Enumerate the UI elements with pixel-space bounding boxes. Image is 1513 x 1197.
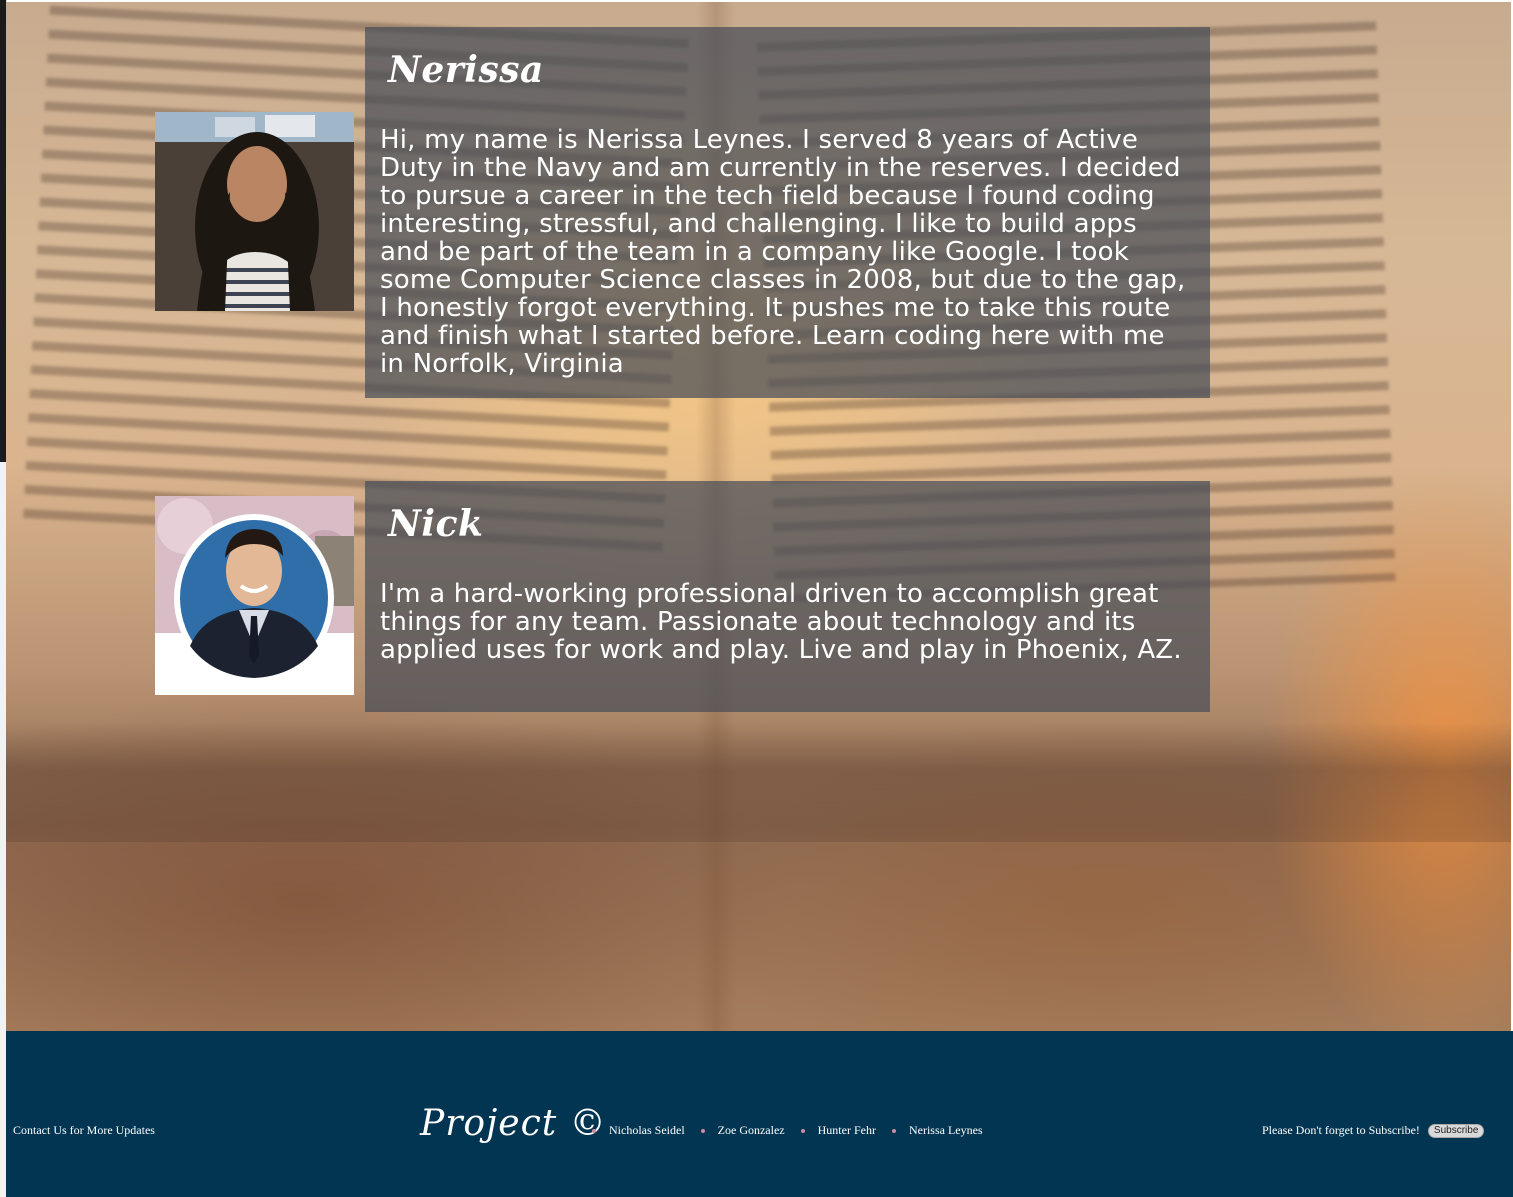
subscribe-prompt: Please Don't forget to Subscribe! <box>1262 1123 1420 1137</box>
nick-name: Nick <box>388 503 484 545</box>
page: Nerissa Hi, my name is Nerissa Leynes. I… <box>0 0 1513 1197</box>
subscribe-area: Please Don't forget to Subscribe! Subscr… <box>1262 1123 1485 1138</box>
nav-bullet-icon <box>891 1128 896 1133</box>
contact-link[interactable]: Contact Us for More Updates <box>13 1123 155 1138</box>
nick-bio: I'm a hard-working professional driven t… <box>380 579 1182 666</box>
project-logo[interactable]: Project © <box>420 1103 607 1144</box>
nerissa-card: Nerissa Hi, my name is Nerissa Leynes. I… <box>365 27 1210 398</box>
nerissa-name: Nerissa <box>388 49 544 91</box>
nav-bullet-icon <box>800 1128 805 1133</box>
footer-nav: Nicholas Seidel Zoe Gonzalez Hunter Fehr… <box>592 1123 983 1138</box>
nav-link-hunter-fehr[interactable]: Hunter Fehr <box>818 1123 876 1138</box>
nav-link-zoe-gonzalez[interactable]: Zoe Gonzalez <box>718 1123 785 1138</box>
footer: Contact Us for More Updates Project © Ni… <box>6 1031 1513 1197</box>
nav-bullet-icon <box>700 1128 705 1133</box>
nerissa-bio: Hi, my name is Nerissa Leynes. I served … <box>380 125 1186 380</box>
nav-link-nicholas-seidel[interactable]: Nicholas Seidel <box>609 1123 685 1138</box>
nick-card: Nick I'm a hard-working professional dri… <box>365 481 1210 712</box>
nick-avatar <box>155 496 354 695</box>
nerissa-avatar <box>155 112 354 311</box>
subscribe-button[interactable]: Subscribe <box>1427 1123 1485 1138</box>
nav-link-nerissa-leynes[interactable]: Nerissa Leynes <box>909 1123 983 1138</box>
nav-bullet-icon <box>592 1128 596 1133</box>
